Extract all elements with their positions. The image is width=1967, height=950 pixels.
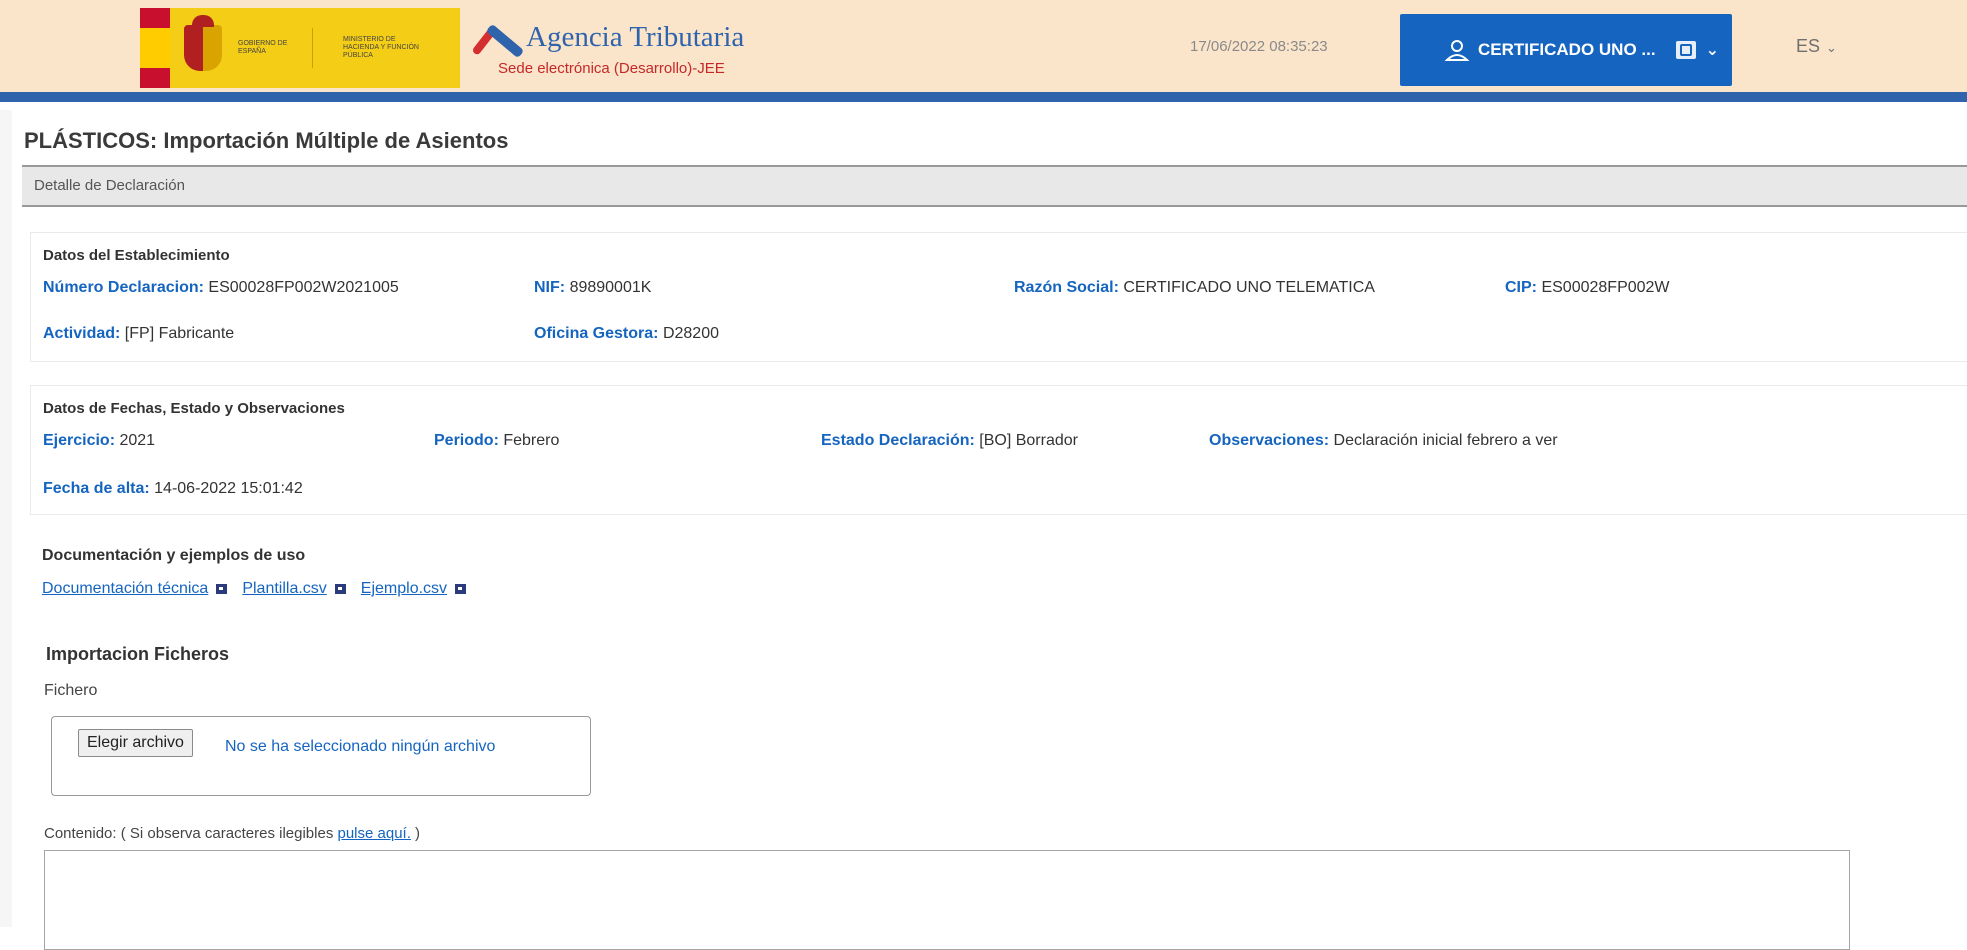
fechas-panel: Datos de Fechas, Estado y Observaciones … [30,385,1967,515]
numero-declaracion-value: ES00028FP002W2021005 [208,279,399,296]
header-accent-bar [0,92,1967,102]
gov-logo-text: Gobierno de España [238,40,288,55]
agency-name: Agencia Tributaria [526,21,745,53]
user-menu-button[interactable]: CERTIFICADO UNO ... ⌄ [1400,14,1732,86]
cip-field: CIP: ES00028FP002W [1505,279,1670,297]
user-label: CERTIFICADO UNO ... [1478,40,1656,59]
observaciones-label: Observaciones: [1209,432,1330,449]
actividad-label: Actividad: [43,325,121,342]
page-title: PLÁSTICOS: Importación Múltiple de Asien… [24,128,509,153]
fecha-alta-value: 14-06-2022 15:01:42 [154,480,303,497]
pulse-aqui-link[interactable]: pulse aquí. [337,825,410,842]
fecha-alta-label: Fecha de alta: [43,480,150,497]
ejercicio-field: Ejercicio: 2021 [43,432,155,450]
numero-declaracion-field: Número Declaracion: ES00028FP002W2021005 [43,279,399,297]
ejemplo-csv-link[interactable]: Ejemplo.csv [361,580,447,598]
actividad-field: Actividad: [FP] Fabricante [43,325,234,343]
coat-of-arms-icon [184,15,222,71]
language-selector[interactable]: ES ⌄ [1796,36,1837,57]
external-link-icon [455,584,467,594]
government-logo[interactable]: Gobierno de España Ministerio de Haciend… [140,8,460,88]
observaciones-value: Declaración inicial febrero a ver [1333,432,1558,449]
external-link-icon [216,584,228,594]
no-file-selected-text: No se ha seleccionado ningún archivo [225,738,496,755]
nif-label: NIF: [534,279,566,296]
site-header: Gobierno de España Ministerio de Haciend… [0,0,1967,92]
plantilla-csv-link[interactable]: Plantilla.csv [242,580,326,598]
notification-icon[interactable] [1675,41,1696,59]
estado-declaracion-field: Estado Declaración: [BO] Borrador [821,432,1078,450]
spain-flag-icon [140,8,170,88]
fichero-label: Fichero [44,682,98,699]
estado-declaracion-value: [BO] Borrador [979,432,1078,449]
logo-divider [312,28,313,68]
ministry-logo-text: Ministerio de Hacienda y Función Pública [343,36,419,59]
section-bar: Detalle de Declaración [22,165,1967,207]
periodo-value: Febrero [503,432,560,449]
chevron-down-icon: ⌄ [1826,40,1837,55]
documentacion-tecnica-link[interactable]: Documentación técnica [42,580,208,598]
cip-label: CIP: [1505,279,1537,296]
ejercicio-label: Ejercicio: [43,432,116,449]
importacion-title: Importacion Ficheros [46,644,230,664]
documentacion-title: Documentación y ejemplos de uso [42,547,306,564]
contenido-label: Contenido: ( Si observa caracteres ilegi… [44,825,420,842]
chevron-down-icon: ⌄ [1705,42,1719,59]
nif-value: 89890001K [569,279,652,296]
left-gutter [0,110,12,927]
contenido-textarea[interactable] [44,850,1850,950]
periodo-field: Periodo: Febrero [434,432,559,450]
estado-declaracion-label: Estado Declaración: [821,432,975,449]
periodo-label: Periodo: [434,432,499,449]
cip-value: ES00028FP002W [1541,279,1670,296]
fecha-alta-field: Fecha de alta: 14-06-2022 15:01:42 [43,480,303,498]
nif-field: NIF: 89890001K [534,279,651,297]
file-input[interactable]: Elegir archivo No se ha seleccionado nin… [51,716,591,796]
actividad-value: [FP] Fabricante [124,325,235,342]
external-link-icon [334,584,346,594]
ejercicio-value: 2021 [119,432,156,449]
establecimiento-panel: Datos del Establecimiento Número Declara… [30,232,1967,362]
contenido-suffix: ) [410,825,421,842]
razon-social-value: CERTIFICADO UNO TELEMATICA [1123,279,1375,296]
user-icon [1444,40,1470,61]
header-datetime: 17/06/2022 08:35:23 [1190,38,1328,55]
razon-social-field: Razón Social: CERTIFICADO UNO TELEMATICA [1014,279,1375,297]
documentation-links: Documentación técnica Plantilla.csv Ejem… [42,580,481,598]
language-label: ES [1796,36,1821,56]
observaciones-field: Observaciones: Declaración inicial febre… [1209,432,1558,450]
agency-subtitle: Sede electrónica (Desarrollo)-JEE [498,60,725,77]
oficina-gestora-label: Oficina Gestora: [534,325,659,342]
numero-declaracion-label: Número Declaracion: [43,279,204,296]
oficina-gestora-value: D28200 [662,325,719,342]
establecimiento-title: Datos del Establecimiento [43,247,230,264]
razon-social-label: Razón Social: [1014,279,1119,296]
contenido-prefix: Contenido: ( Si observa caracteres ilegi… [44,825,338,842]
choose-file-button[interactable]: Elegir archivo [78,729,193,757]
oficina-gestora-field: Oficina Gestora: D28200 [534,325,719,343]
section-bar-label: Detalle de Declaración [34,177,185,194]
fechas-title: Datos de Fechas, Estado y Observaciones [43,400,345,417]
